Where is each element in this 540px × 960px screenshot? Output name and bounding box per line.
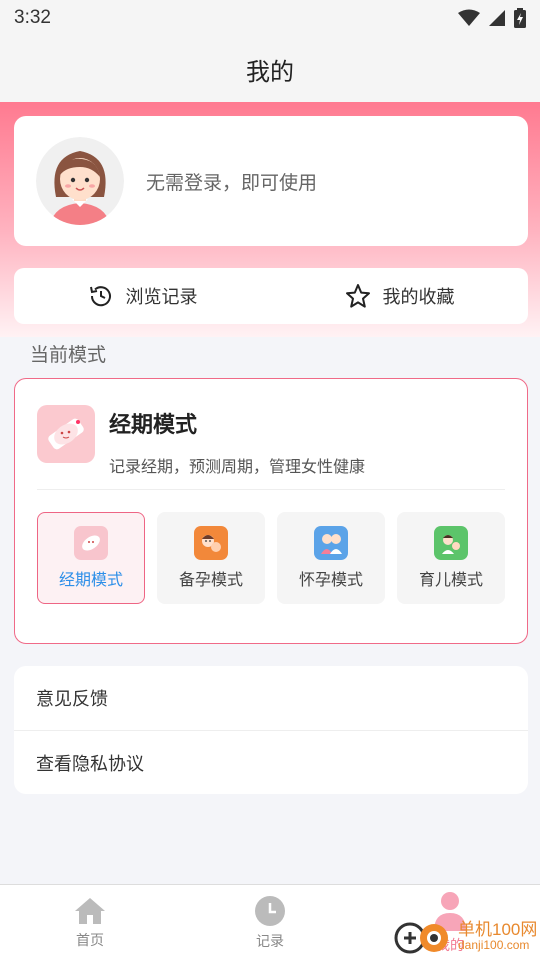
current-mode-section-label: 当前模式 (30, 344, 107, 366)
status-bar: 3:32 (0, 0, 540, 36)
current-mode-header: 经期模式 记录经期，预测周期，管理女性健康 (37, 405, 365, 477)
mode-option-label: 怀孕模式 (298, 570, 363, 589)
mode-option-label: 备孕模式 (178, 570, 243, 589)
profile-card[interactable]: 无需登录，即可使用 (14, 116, 528, 246)
watermark: 单机100网 danji100.com (392, 912, 540, 960)
battery-icon (514, 8, 526, 28)
browse-history-button[interactable]: 浏览记录 (14, 283, 271, 309)
watermark-logo-icon (394, 922, 448, 954)
mode-option-period[interactable]: 经期模式 (37, 512, 145, 604)
period-mode-icon (74, 526, 108, 560)
star-icon (345, 284, 370, 308)
period-pad-icon (37, 405, 95, 463)
wifi-icon (458, 9, 480, 26)
avatar-girl-icon (36, 137, 124, 225)
pregnancy-prep-icon (194, 526, 228, 560)
page-title: 我的 (246, 57, 294, 86)
quick-actions: 浏览记录 我的收藏 (14, 268, 528, 324)
watermark-url: danji100.com (458, 937, 530, 952)
settings-list: 意见反馈 查看隐私协议 (14, 666, 528, 794)
clock-icon (255, 895, 285, 926)
browse-history-label: 浏览记录 (125, 287, 198, 308)
privacy-policy-label: 查看隐私协议 (36, 754, 144, 775)
mode-option-pregnancy-prep[interactable]: 备孕模式 (157, 512, 265, 604)
status-time: 3:32 (14, 7, 51, 28)
avatar (36, 137, 124, 225)
my-favorites-button[interactable]: 我的收藏 (271, 283, 528, 309)
divider (37, 489, 505, 490)
history-icon (89, 286, 111, 307)
mode-option-pregnant[interactable]: 怀孕模式 (277, 512, 385, 604)
watermark-brand: 单机100网 (458, 919, 538, 939)
current-mode-title: 经期模式 (109, 413, 198, 438)
status-icons (458, 8, 526, 28)
mode-option-label: 育儿模式 (418, 570, 483, 589)
mode-option-parenting[interactable]: 育儿模式 (397, 512, 505, 604)
mode-options: 经期模式 备孕模式 怀孕模式 育儿模式 (37, 512, 505, 604)
tab-record[interactable]: 记录 (180, 885, 360, 960)
tab-home-label: 首页 (76, 932, 104, 949)
page-header: 我的 (0, 36, 540, 102)
feedback-item[interactable]: 意见反馈 (14, 666, 528, 730)
my-favorites-label: 我的收藏 (382, 287, 455, 308)
signal-icon (489, 10, 505, 26)
current-mode-description: 记录经期，预测周期，管理女性健康 (109, 457, 366, 476)
privacy-policy-item[interactable]: 查看隐私协议 (14, 731, 528, 795)
login-prompt: 无需登录，即可使用 (146, 171, 318, 194)
parenting-icon (434, 526, 468, 560)
mode-option-label: 经期模式 (58, 570, 123, 589)
home-icon (75, 897, 105, 924)
tab-record-label: 记录 (256, 933, 284, 950)
pregnant-icon (314, 526, 348, 560)
feedback-label: 意见反馈 (36, 689, 108, 710)
current-mode-card: 经期模式 记录经期，预测周期，管理女性健康 经期模式 备孕模式 怀孕模式 育儿模… (14, 378, 528, 644)
tab-home[interactable]: 首页 (0, 885, 180, 960)
